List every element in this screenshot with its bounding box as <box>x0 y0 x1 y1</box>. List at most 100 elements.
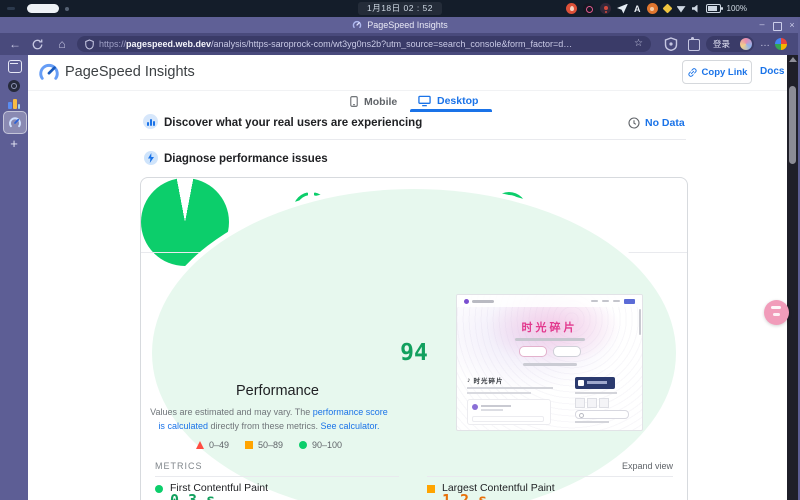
floating-sticker-button[interactable] <box>764 300 789 325</box>
circle-icon <box>299 441 307 449</box>
pagespeed-favicon <box>352 20 362 30</box>
real-users-icon <box>143 114 158 129</box>
score-legend: 0–49 50–89 90–100 <box>149 440 389 450</box>
disclaimer-text-2: directly from these metrics. <box>208 421 321 431</box>
bookmark-star-icon[interactable]: ☆ <box>634 36 643 52</box>
square-icon <box>245 441 253 449</box>
pagespeed-tab-icon <box>8 116 22 130</box>
thumbnail-sidebar-line <box>575 392 617 394</box>
tab-mobile-label: Mobile <box>364 96 397 108</box>
scrollbar-up-arrow[interactable] <box>789 57 797 62</box>
no-data-link[interactable]: No Data <box>645 117 685 129</box>
workspace-indicator-dot <box>65 7 69 11</box>
thumbnail-button-2 <box>553 346 581 357</box>
wifi-icon[interactable] <box>677 5 686 13</box>
copy-link-button[interactable]: Copy Link <box>682 60 752 84</box>
system-clock[interactable]: 1月18日 02 : 52 <box>358 2 442 15</box>
menu-dots-icon[interactable]: … <box>760 33 770 55</box>
triangle-icon <box>196 441 204 449</box>
minimize-button[interactable]: – <box>756 17 768 33</box>
thumbnail-search-box <box>575 410 629 419</box>
page-screenshot-thumbnail[interactable]: 时光碎片 ♪ 时光碎片 <box>456 294 643 431</box>
see-calculator-link[interactable]: See calculator. <box>321 421 380 431</box>
thumbnail-footer-line <box>575 421 609 423</box>
expand-view-button[interactable]: Expand view <box>622 461 673 471</box>
copy-link-label: Copy Link <box>702 67 748 78</box>
sidebar-tab-analytics[interactable] <box>8 98 20 109</box>
profile-app-icon[interactable] <box>600 3 611 14</box>
orange-app-icon[interactable] <box>647 3 658 14</box>
brightness-icon[interactable] <box>662 4 672 14</box>
performance-label: Performance <box>141 383 414 399</box>
workspace-pill[interactable] <box>27 4 59 13</box>
page-title: PageSpeed Insights <box>65 64 195 80</box>
thumbnail-sidebar-tile <box>599 398 609 408</box>
battery-icon <box>706 4 721 13</box>
window-title: PageSpeed Insights <box>367 20 448 30</box>
tracking-protection-icon[interactable] <box>664 37 678 51</box>
scrollbar-thumb[interactable] <box>789 86 796 164</box>
url-text: https://pagespeed.web.dev/analysis/https… <box>99 39 629 49</box>
tab-desktop-label: Desktop <box>437 95 478 107</box>
tab-overview-icon[interactable] <box>8 60 22 73</box>
thumbnail-hero-buttons <box>457 346 642 357</box>
lighthouse-bolt-icon <box>144 151 158 165</box>
input-method-icon[interactable]: A <box>634 4 641 14</box>
lcp-status-icon <box>427 485 435 493</box>
monitor-icon <box>418 95 431 107</box>
thumbnail-hero-caption <box>523 363 577 366</box>
thumbnail-nav-button <box>624 299 635 304</box>
url-bar[interactable]: https://pagespeed.web.dev/analysis/https… <box>77 36 651 52</box>
home-button[interactable]: ⌂ <box>53 33 71 55</box>
maximize-button[interactable] <box>773 22 782 31</box>
new-tab-button[interactable]: + <box>6 136 22 152</box>
thumbnail-scrollbar <box>639 309 641 335</box>
metric-lcp-value: 1.2 s <box>442 491 487 500</box>
login-label: 登录 <box>713 38 730 50</box>
thumbnail-paragraph-line <box>467 387 553 389</box>
legend-average-range: 50–89 <box>258 440 283 450</box>
close-button[interactable]: × <box>786 17 798 33</box>
docs-link[interactable]: Docs <box>760 66 784 77</box>
discover-heading: Discover what your real users are experi… <box>164 117 422 129</box>
phone-icon <box>350 95 358 108</box>
url-host: pagespeed.web.dev <box>126 39 211 49</box>
divider <box>155 476 399 477</box>
system-status-bar: 1月18日 02 : 52 A 100% <box>0 0 800 17</box>
thumbnail-hero-title: 时光碎片 <box>457 319 642 335</box>
screen: 1月18日 02 : 52 A 100% PageSpeed Insights … <box>0 0 800 500</box>
tab-mobile[interactable]: Mobile <box>350 95 397 108</box>
score-disclaimer: Values are estimated and may vary. The p… <box>149 406 389 434</box>
active-tab-underline <box>410 109 492 112</box>
login-button[interactable]: 登录 <box>706 36 754 52</box>
legend-average: 50–89 <box>245 440 283 450</box>
metrics-heading: METRICS <box>155 461 203 471</box>
legend-pass-range: 90–100 <box>312 440 342 450</box>
sidebar-tab-favicon-1[interactable] <box>8 80 20 92</box>
legend-fail: 0–49 <box>196 440 229 450</box>
flame-app-icon[interactable] <box>566 3 577 14</box>
extension-icon[interactable] <box>688 39 700 51</box>
colorful-extension-icon[interactable] <box>775 38 787 50</box>
fcp-status-icon <box>155 485 163 493</box>
back-button[interactable]: ← <box>6 33 24 55</box>
shield-icon <box>85 39 94 50</box>
reload-button[interactable] <box>31 38 44 51</box>
thumbnail-comment-card <box>467 399 551 425</box>
sidebar-tab-pagespeed-active[interactable] <box>3 111 27 134</box>
report-card: 94 100 100 100 Performance Accessibility… <box>140 177 688 500</box>
url-path: /analysis/https-saroprock-com/wt3yg0ns2b… <box>211 39 572 49</box>
telegram-icon[interactable] <box>617 4 628 14</box>
window-title-group: PageSpeed Insights <box>0 17 800 33</box>
metric-fcp-value: 0.3 s <box>170 491 215 500</box>
clock-icon <box>628 117 640 129</box>
thumbnail-button-1 <box>519 346 547 357</box>
disclaimer-text-1: Values are estimated and may vary. The <box>150 407 313 417</box>
performance-score: 94 <box>400 340 428 366</box>
volume-icon[interactable] <box>692 5 700 13</box>
url-scheme: https:// <box>99 39 126 49</box>
diagnose-heading: Diagnose performance issues <box>164 153 328 165</box>
tab-desktop[interactable]: Desktop <box>418 95 478 107</box>
dark-app-icon[interactable] <box>583 3 594 14</box>
workspace-dash <box>7 7 15 10</box>
